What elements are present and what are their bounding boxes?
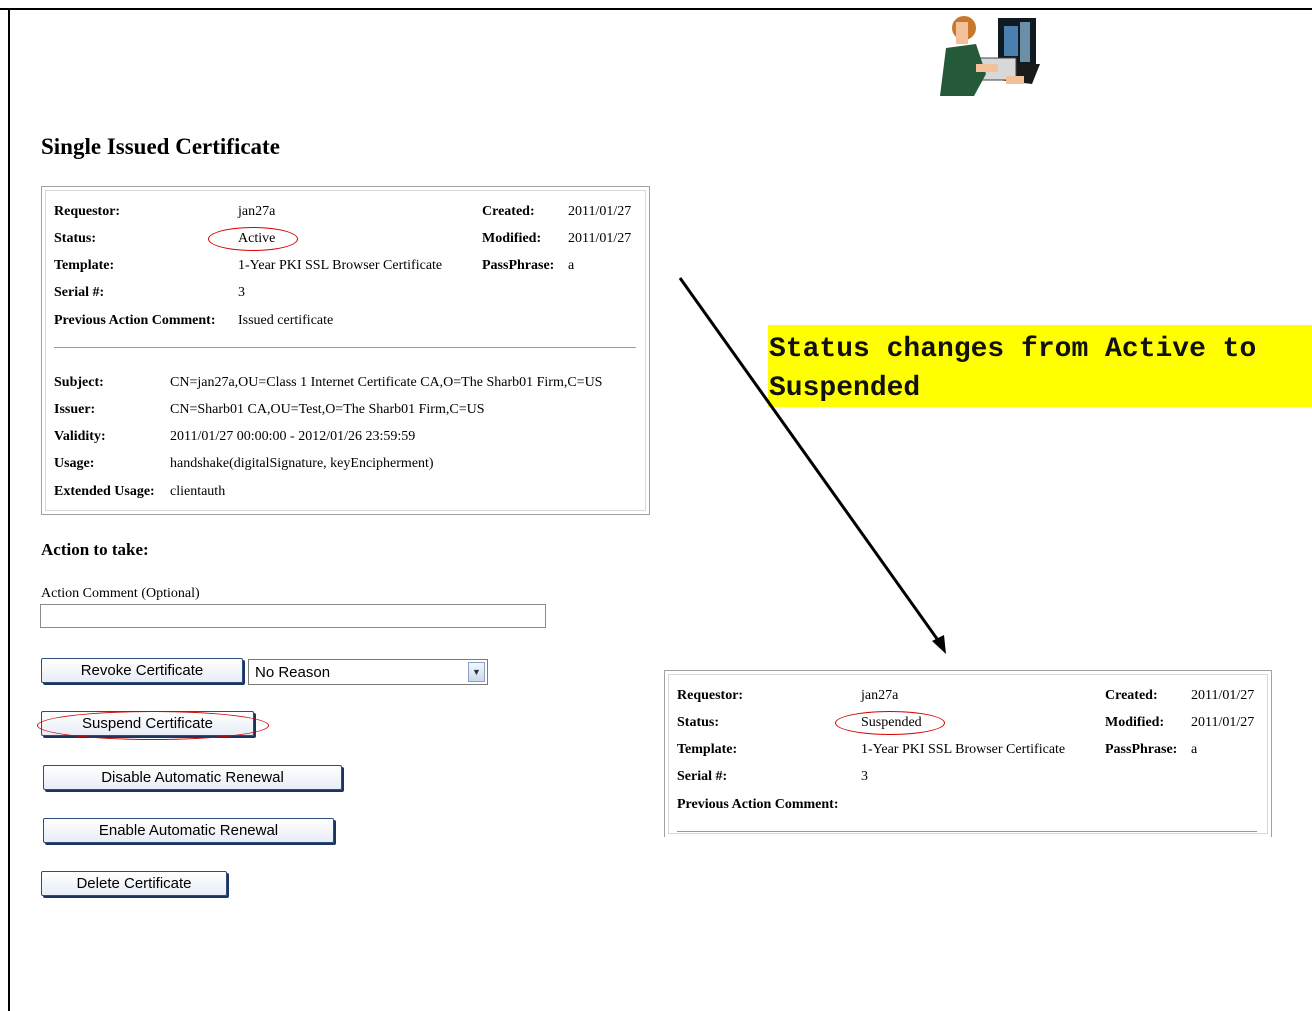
requestor-label: Requestor: [54,204,121,219]
issuer-label: Issuer: [54,402,96,417]
updated-modified-value: 2011/01/27 [1191,715,1255,730]
updated-serial-label: Serial #: [677,769,728,784]
enable-automatic-renewal-button[interactable]: Enable Automatic Renewal [43,818,334,843]
revoke-reason-select[interactable]: No Reason ▼ [248,659,488,685]
status-highlight-oval [208,227,298,251]
serial-value: 3 [238,285,245,300]
updated-created-label: Created: [1105,688,1158,703]
extended-usage-value: clientauth [170,484,226,499]
passphrase-value: a [568,258,575,273]
usage-value: handshake(digitalSignature, keyEncipherm… [170,456,434,471]
subject-value: CN=jan27a,OU=Class 1 Internet Certificat… [170,375,603,390]
template-label: Template: [54,258,115,273]
annotation-callout: Status changes from Active to Suspended [768,325,1312,407]
chevron-down-icon[interactable]: ▼ [468,662,485,682]
template-value: 1-Year PKI SSL Browser Certificate [238,258,443,273]
updated-modified-label: Modified: [1105,715,1165,730]
updated-serial-value: 3 [861,769,868,784]
action-comment-label: Action Comment (Optional) [41,586,200,601]
updated-previous-comment-label: Previous Action Comment: [677,797,839,812]
updated-requestor-label: Requestor: [677,688,744,703]
slide-frame-top [0,8,1312,10]
action-comment-input[interactable] [40,604,546,628]
suspend-highlight-oval [37,711,269,740]
updated-passphrase-value: a [1191,742,1198,757]
created-value: 2011/01/27 [568,204,632,219]
subject-label: Subject: [54,375,104,390]
updated-requestor-value: jan27a [861,688,899,703]
usage-label: Usage: [54,456,95,471]
serial-label: Serial #: [54,285,105,300]
updated-panel-divider [677,831,1257,832]
slide-frame-left [8,8,10,1011]
page-title: Single Issued Certificate [41,134,280,159]
previous-comment-value: Issued certificate [238,313,334,328]
revoke-certificate-button[interactable]: Revoke Certificate [41,658,243,683]
certificate-details-panel: Requestor: jan27a Created: 2011/01/27 St… [41,186,650,515]
updated-template-value: 1-Year PKI SSL Browser Certificate [861,742,1066,757]
updated-passphrase-label: PassPhrase: [1105,742,1178,757]
updated-certificate-panel: Requestor: jan27a Created: 2011/01/27 St… [664,670,1272,837]
status-label: Status: [54,231,97,246]
requestor-value: jan27a [238,204,276,219]
updated-created-value: 2011/01/27 [1191,688,1255,703]
created-label: Created: [482,204,535,219]
validity-label: Validity: [54,429,106,444]
issuer-value: CN=Sharb01 CA,OU=Test,O=The Sharb01 Firm… [170,402,485,417]
panel-divider [54,347,636,348]
revoke-reason-value: No Reason [255,664,331,681]
updated-template-label: Template: [677,742,738,757]
person-at-computer-clipart [940,16,1040,96]
delete-certificate-button[interactable]: Delete Certificate [41,871,227,896]
action-section-title: Action to take: [41,540,149,559]
updated-status-label: Status: [677,715,720,730]
updated-status-highlight-oval [835,711,945,735]
previous-comment-label: Previous Action Comment: [54,313,216,328]
modified-label: Modified: [482,231,542,246]
validity-value: 2011/01/27 00:00:00 - 2012/01/26 23:59:5… [170,429,416,444]
disable-automatic-renewal-button[interactable]: Disable Automatic Renewal [43,765,342,790]
extended-usage-label: Extended Usage: [54,484,155,499]
modified-value: 2011/01/27 [568,231,632,246]
passphrase-label: PassPhrase: [482,258,555,273]
